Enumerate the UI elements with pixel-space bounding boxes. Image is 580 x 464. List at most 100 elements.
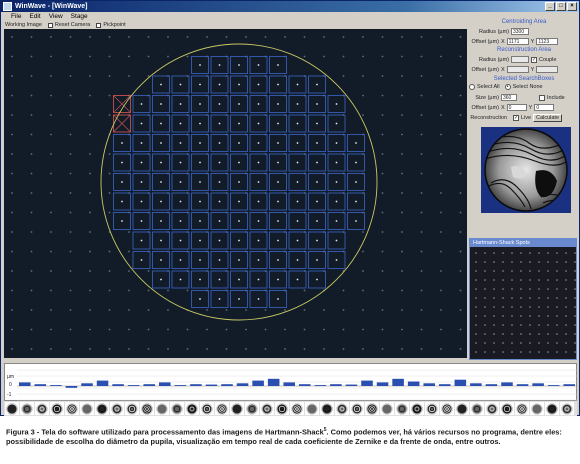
spot [459,114,462,116]
minimize-icon[interactable]: _ [545,2,555,11]
zernike-mode-thumb[interactable] [275,402,289,415]
calculate-button[interactable]: Calculate [533,114,563,122]
rec-offset-y-field[interactable] [536,66,559,73]
zernike-mode-thumb[interactable] [500,402,514,415]
rec-radius-field[interactable] [511,56,529,63]
working-image-select[interactable]: Working Image [5,21,42,29]
menu-stage[interactable]: Stage [71,12,88,21]
spot [342,309,345,311]
zernike-mode-thumb[interactable] [95,402,109,415]
include-checkbox[interactable] [539,94,545,101]
spot [186,55,189,58]
zernike-mode-thumb[interactable] [365,402,379,415]
offset-y-field[interactable]: 1123 [536,38,559,45]
spot [89,172,91,175]
zernike-mode-thumb[interactable] [215,402,229,415]
reset-camera-toggle[interactable]: Reset Camera [47,21,90,29]
zernike-mode-thumb[interactable] [470,402,484,415]
spot [167,348,169,350]
zernike-mode-thumb[interactable] [290,402,304,415]
zernike-mode-thumb[interactable] [200,402,214,415]
zernike-mode-thumb[interactable] [335,402,349,415]
spot-image-canvas[interactable] [4,29,467,358]
zernike-mode-thumb[interactable] [560,402,574,415]
zernike-mode-thumb[interactable] [230,402,244,415]
zernike-mode-thumb[interactable] [545,402,559,415]
zernike-mode-thumb[interactable] [485,402,499,415]
spot [355,161,357,164]
couple-checkbox[interactable]: ✓ [531,56,537,63]
spot [167,55,169,58]
zernike-mode-pattern [246,403,258,414]
zernike-mode-thumb[interactable] [65,402,79,415]
zernike-mode-thumb[interactable] [530,402,544,415]
pickpoint-checkbox[interactable] [96,22,102,28]
zernike-mode-thumb[interactable] [425,402,439,415]
sb-offset-x-field[interactable]: 0 [506,104,527,111]
radius-field[interactable]: 3300 [511,28,529,35]
zernike-mode-thumb[interactable] [410,402,424,415]
spot [128,328,130,331]
zernike-mode-thumb[interactable] [125,402,139,415]
menu-edit[interactable]: Edit [29,12,40,21]
rec-offset-x-field[interactable] [506,66,529,73]
zernike-mode-thumb[interactable] [395,402,409,415]
zernike-mode-thumb[interactable] [260,402,274,415]
spot [108,348,111,350]
mini-spot [547,252,549,254]
size-field[interactable]: 360 [501,94,517,101]
zernike-mode-thumb[interactable] [20,402,34,415]
wavefront-map [481,127,571,213]
menu-file[interactable]: File [11,12,21,21]
menu-view[interactable]: View [49,12,63,21]
zernike-mode-thumb[interactable] [80,402,94,415]
zernike-mode-thumb[interactable] [380,402,394,415]
spot [238,142,240,144]
zernike-mode-thumb[interactable] [170,402,184,415]
zernike-mode-thumb[interactable] [140,402,154,415]
pickpoint-toggle[interactable]: Pickpoint [96,21,126,29]
mini-spot [547,261,549,263]
zernike-mode-thumb[interactable] [455,402,469,415]
reset-camera-checkbox[interactable] [47,22,53,28]
zernike-mode-thumb[interactable] [155,402,169,415]
spot [11,153,13,155]
hartmann-shack-image[interactable] [4,29,467,358]
hs-spots-preview [475,252,576,353]
sb-offset-y-field[interactable]: 0 [534,104,555,111]
zernike-mode-thumb[interactable] [185,402,199,415]
select-none-label: Select None [512,84,543,90]
live-checkbox[interactable]: ✓ [513,115,519,121]
zernike-mode-thumb[interactable] [245,402,259,415]
zernike-mode-thumb[interactable] [110,402,124,415]
coefficient-bar [501,382,513,386]
zernike-mode-thumb[interactable] [350,402,364,415]
zernike-mode-thumb[interactable] [320,402,334,415]
spot [69,114,72,116]
spot [316,220,318,222]
coefficient-bar [127,385,140,386]
zernike-mode-thumb[interactable] [50,402,64,415]
mini-spot [502,288,504,290]
spot [440,36,442,38]
zernike-mode-thumb[interactable] [305,402,319,415]
spot [296,122,299,125]
spot [30,211,33,214]
close-icon[interactable]: × [567,2,577,11]
mini-spot [493,306,495,308]
spot [303,328,306,331]
offset-x-field[interactable]: 1171 [506,38,529,45]
hartmann-shack-spots-panel: Hartmann-Shack Spots [469,238,577,360]
maximize-icon[interactable]: □ [556,2,566,11]
spot [186,348,189,350]
select-none-radio[interactable]: • [504,84,511,90]
zernike-mode-thumb[interactable] [5,402,19,415]
zernike-mode-thumb[interactable] [440,402,454,415]
zernike-mode-thumb[interactable] [35,402,49,415]
spot [89,114,91,116]
zernike-mode-thumb[interactable] [515,402,529,415]
coefficient-bar [81,383,93,386]
zernike-mode-pattern [276,403,288,414]
spot [160,83,162,86]
select-all-radio[interactable] [469,84,475,90]
